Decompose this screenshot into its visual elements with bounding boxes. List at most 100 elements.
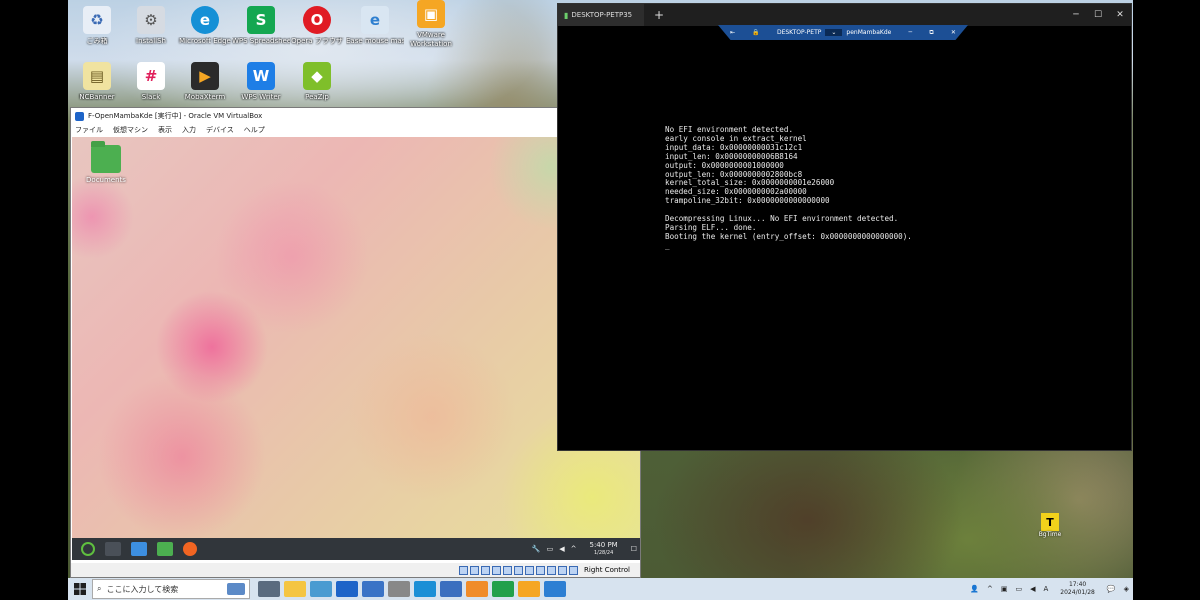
menu-view[interactable]: 表示 <box>158 125 172 135</box>
desktop-icon-bgtime[interactable]: T BgTime <box>1034 513 1066 538</box>
vbox-menubar: ファイル 仮想マシン 表示 入力 デバイス ヘルプ <box>71 124 640 136</box>
app-tray-icon[interactable]: ▣ <box>1001 585 1008 593</box>
signal-icon: ▮ <box>564 10 569 20</box>
optical-status-icon[interactable] <box>470 565 480 575</box>
pinned-app-icon[interactable] <box>388 581 410 597</box>
taskbar-clock[interactable]: 17:40 2024/01/28 <box>1060 581 1095 597</box>
pinned-app-icon[interactable] <box>414 581 436 597</box>
guest-show-desktop-icon[interactable]: ☐ <box>631 545 637 553</box>
pinned-app-icon[interactable] <box>440 581 462 597</box>
network-status-icon[interactable] <box>492 565 502 575</box>
notification-icon[interactable]: 💬 <box>1107 585 1116 593</box>
network-icon[interactable]: ▭ <box>1015 585 1022 593</box>
close-icon[interactable]: ✕ <box>951 29 956 36</box>
minimize-icon[interactable]: ─ <box>909 29 913 36</box>
rdp-tab-title: DESKTOP-PETP35 <box>571 11 633 19</box>
boot-console: No EFI environment detected. early consol… <box>665 125 912 251</box>
people-icon[interactable]: 👤 <box>970 585 979 593</box>
guest-settings-icon[interactable] <box>105 542 121 556</box>
keyboard-status-icon[interactable] <box>569 565 579 575</box>
desktop-icon-peazip[interactable]: ◆ PeaZip <box>288 62 346 102</box>
pinned-app-icon[interactable] <box>336 581 358 597</box>
rdp-tabbar: ▮ DESKTOP-PETP35 + ─ ☐ ✕ <box>558 4 1131 26</box>
pinned-app-icon[interactable] <box>284 581 306 597</box>
guest-app-launcher-icon[interactable] <box>81 542 95 556</box>
pinned-app-icon[interactable] <box>362 581 384 597</box>
desktop-icon-label: Microsoft Edge <box>179 37 231 45</box>
pinned-apps <box>256 581 568 597</box>
clock-time: 17:40 <box>1068 581 1087 588</box>
desktop-icon-ease-mouse-master[interactable]: e Ease mouse master <box>346 6 404 46</box>
pinned-app-icon[interactable] <box>310 581 332 597</box>
slack-icon: # <box>137 62 165 90</box>
desktop-icon-wps-spreadsheets[interactable]: S WPS Spreadsheets <box>232 6 290 46</box>
pin-icon[interactable]: ⇤ <box>730 29 735 36</box>
menu-devices[interactable]: デバイス <box>206 125 234 135</box>
desktop-icon-recycle-bin[interactable]: ♻ ごみ箱 <box>68 6 126 46</box>
usb-status-icon[interactable] <box>503 565 513 575</box>
desktop-icon-mobaxterm[interactable]: ▶ MobaXterm <box>176 62 234 102</box>
volume-icon[interactable]: ◀ <box>1030 585 1035 593</box>
desktop-icon-ncbanner[interactable]: ▤ NCBanner <box>68 62 126 102</box>
restore-icon[interactable]: ⧉ <box>929 29 933 37</box>
taskbar-search-box[interactable]: ⌕ ここに入力して検索 <box>92 579 250 599</box>
connection-bar-title: DESKTOP-PETP ⌄ penMambaKde <box>777 29 891 36</box>
shared-folder-status-icon[interactable] <box>514 565 524 575</box>
minimize-button[interactable]: ─ <box>1065 10 1087 20</box>
recycle-bin-icon: ♻ <box>83 6 111 34</box>
connection-bar[interactable]: ⇤ 🔒 DESKTOP-PETP ⌄ penMambaKde ─ ⧉ ✕ <box>718 25 968 40</box>
cpu-status-icon[interactable] <box>547 565 557 575</box>
menu-machine[interactable]: 仮想マシン <box>113 125 148 135</box>
start-button[interactable] <box>68 578 92 600</box>
maximize-button[interactable]: ☐ <box>1087 10 1109 20</box>
hdd-status-icon[interactable] <box>459 565 469 575</box>
vmware-icon: ▣ <box>417 0 445 28</box>
guest-store-icon[interactable] <box>131 542 147 556</box>
ime-icon[interactable]: A <box>1044 585 1049 593</box>
pinned-app-icon[interactable] <box>544 581 566 597</box>
desktop-icon-label: MobaXterm <box>184 93 226 101</box>
guest-network-icon[interactable]: ▭ <box>547 545 554 553</box>
vm-guest-screen[interactable]: Documents <box>72 137 640 546</box>
guest-documents-folder[interactable]: Documents <box>84 141 128 184</box>
guest-files-icon[interactable] <box>157 542 173 556</box>
desktop-icon-label: WPS Writer <box>241 93 281 101</box>
desktop-icon-vmware[interactable]: ▣ VMware Workstation <box>402 0 460 49</box>
pinned-app-icon[interactable] <box>492 581 514 597</box>
desktop-icon-wps-writer[interactable]: W WPS Writer <box>232 62 290 102</box>
recording-status-icon[interactable] <box>536 565 546 575</box>
mobaxterm-icon: ▶ <box>191 62 219 90</box>
installer-icon: ⚙ <box>137 6 165 34</box>
guest-volume-icon[interactable]: ◀ <box>559 545 564 553</box>
expand-tray-icon[interactable]: ^ <box>987 585 993 593</box>
close-button[interactable]: ✕ <box>1109 10 1131 20</box>
pinned-app-icon[interactable] <box>518 581 540 597</box>
guest-firefox-icon[interactable] <box>183 542 197 556</box>
menu-file[interactable]: ファイル <box>75 125 103 135</box>
desktop-icon-installsh[interactable]: ⚙ InstallSh <box>122 6 180 46</box>
copilot-icon[interactable]: ◈ <box>1124 585 1129 593</box>
audio-status-icon[interactable] <box>481 565 491 575</box>
chevron-down-icon[interactable]: ⌄ <box>825 29 843 36</box>
new-tab-button[interactable]: + <box>654 8 664 22</box>
menu-help[interactable]: ヘルプ <box>244 125 265 135</box>
opera-icon: O <box>303 6 331 34</box>
desktop-icon-slack[interactable]: # Slack <box>122 62 180 102</box>
desktop-icon-label: NCBanner <box>79 93 115 101</box>
rdp-tab[interactable]: ▮ DESKTOP-PETP35 <box>558 4 644 26</box>
display-status-icon[interactable] <box>525 565 535 575</box>
guest-tools-icon[interactable]: 🔧 <box>532 545 541 553</box>
desktop-icon-opera[interactable]: O Opera ブラウザ <box>288 6 346 46</box>
console-line: _ <box>665 240 670 250</box>
guest-clock[interactable]: 5:40 PM 1/28/24 <box>590 541 618 557</box>
guest-folder-label: Documents <box>86 176 126 184</box>
guest-expand-icon[interactable]: ^ <box>571 545 577 553</box>
mouse-integration-icon[interactable] <box>558 565 568 575</box>
vbox-titlebar[interactable]: F-OpenMambaKde [実行中] - Oracle VM Virtual… <box>71 108 640 124</box>
desktop-icon-edge[interactable]: e Microsoft Edge <box>176 6 234 46</box>
console-line: Booting the kernel (entry_offset: 0x0000… <box>665 231 912 241</box>
menu-input[interactable]: 入力 <box>182 125 196 135</box>
wps-writer-icon: W <box>247 62 275 90</box>
pinned-app-icon[interactable] <box>466 581 488 597</box>
pinned-app-icon[interactable] <box>258 581 280 597</box>
